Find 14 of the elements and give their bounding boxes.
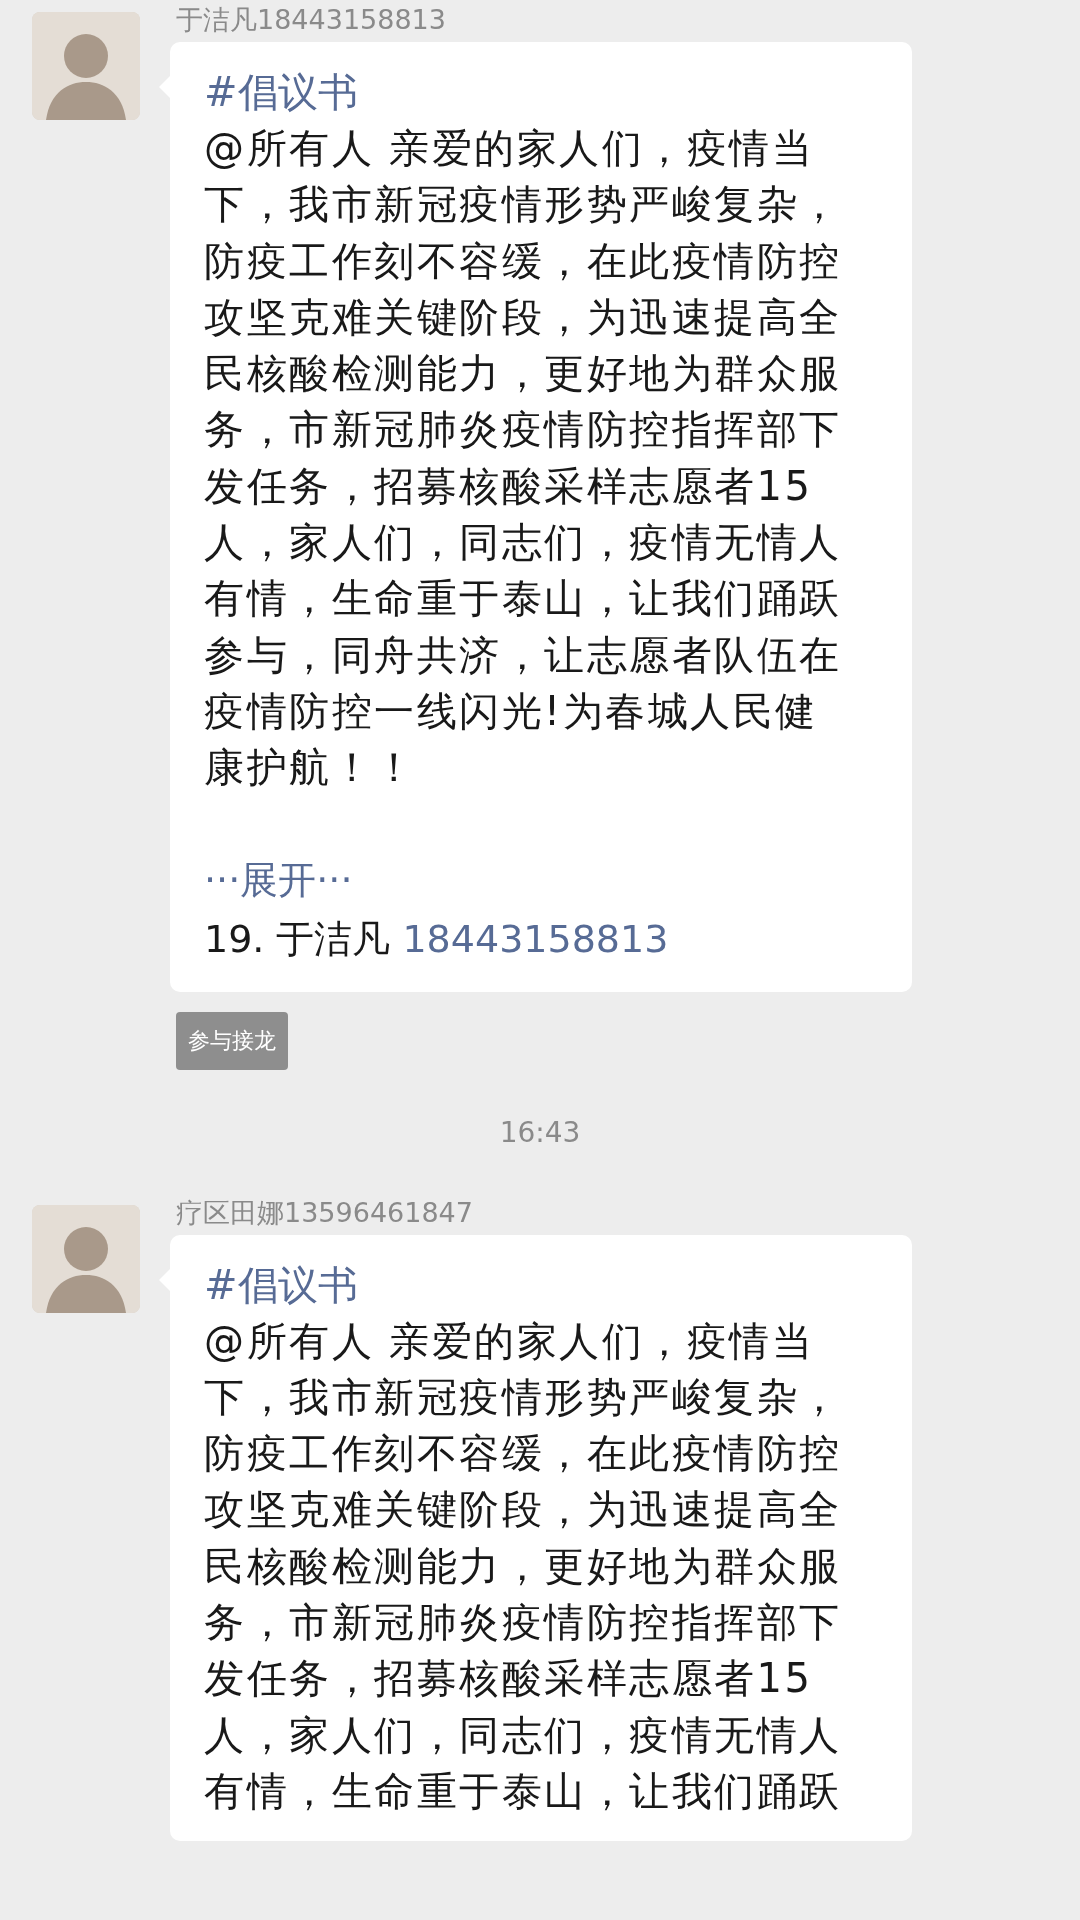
hashtag-title[interactable]: #倡议书 <box>204 64 882 120</box>
join-button[interactable]: 参与接龙 <box>176 1011 288 1070</box>
avatar-icon[interactable] <box>32 12 140 120</box>
message-text: @所有人 亲爱的家人们，疫情当下，我市新冠疫情形势严峻复杂，防疫工作刻不容缓，在此疫情防控攻坚克难关键阶段，为迅速提高全民核酸检测能力，更好地为群众服务，市新冠肺炎疫情防控指挥部下发任务，招募核酸采样志愿者15人，家人们，同志们，疫情无情人有情，生命重于泰山，让我们踊跃参与，同舟共济，让志愿者队伍在疫情防控一线闪光!为春城人民健康护航！！ <box>204 124 843 793</box>
entry-number: 19. <box>204 915 265 963</box>
entry-name: 于洁凡 <box>276 915 391 963</box>
sender-name: 疗区田娜13596461847 <box>176 1195 473 1230</box>
message-text: @所有人 亲爱的家人们，疫情当下，我市新冠疫情形势严峻复杂，防疫工作刻不容缓，在此疫情防控攻坚克难关键阶段，为迅速提高全民核酸检测能力，更好地为群众服务，市新冠肺炎疫情防控指挥部下发任务，招募核酸采样志愿者15人，家人们，同志们，疫情无情人有情，生命重于泰山，让我们踊跃 <box>204 1316 843 1816</box>
timestamp: 16:43 <box>499 1115 581 1149</box>
sender-name: 于洁凡18443158813 <box>176 3 446 37</box>
avatar-icon[interactable] <box>32 1204 140 1313</box>
hashtag-title[interactable]: #倡议书 <box>204 1256 882 1313</box>
expand-link[interactable]: ···展开··· <box>204 851 353 908</box>
phone-link[interactable]: 18443158813 <box>402 907 669 970</box>
